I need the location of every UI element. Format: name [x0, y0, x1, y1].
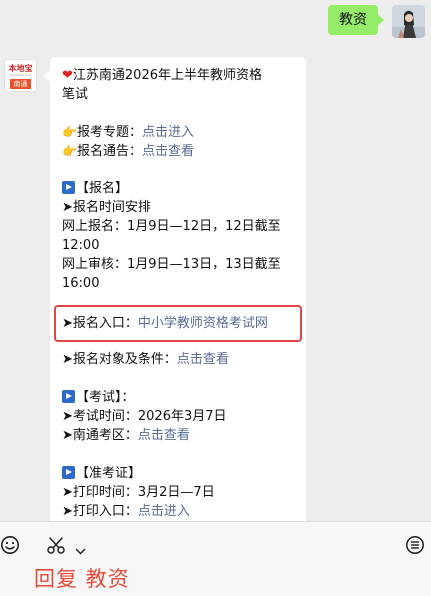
menu-list-icon[interactable] [405, 535, 425, 559]
register-time-heading: ➤报名时间安排 [62, 200, 151, 215]
topic-row: 👉报考专题：点击进入 [62, 125, 194, 140]
register-entry-row: ➤报名入口：中小学教师资格考试网 [62, 316, 268, 331]
outgoing-message-bubble[interactable]: 教资 [328, 5, 378, 35]
scissors-icon[interactable] [46, 537, 68, 559]
register-entry-link[interactable]: 中小学教师资格考试网 [138, 316, 268, 331]
user-avatar[interactable] [392, 5, 425, 38]
reply-instruction-text: 回复 教资 [34, 567, 130, 591]
notice-link[interactable]: 点击查看 [142, 144, 194, 159]
logo-domain-text: bendibao.com [9, 73, 32, 77]
outgoing-bubble-tail [377, 14, 384, 26]
topic-link[interactable]: 点击进入 [142, 125, 194, 140]
section-exam: 【考试】： [62, 388, 135, 407]
online-register-cont: 12:00 [62, 238, 100, 253]
eligibility-link[interactable]: 点击查看 [177, 352, 229, 367]
exam-time-line: ➤考试时间：2026年3月7日 [62, 409, 227, 424]
bendibao-logo-avatar[interactable]: 本地宝 bendibao.com 南通 [4, 59, 37, 92]
print-entry-row: ➤打印入口：点击进入 [62, 504, 190, 519]
user-avatar-image [392, 5, 425, 38]
print-entry-link[interactable]: 点击进入 [138, 504, 190, 519]
section-admission: 【准考证】 [62, 464, 141, 483]
online-review-cont: 16:00 [62, 276, 100, 291]
print-time-line: ➤打印时间：3月2日—7日 [62, 485, 215, 500]
emoji-icon[interactable] [0, 535, 20, 559]
incoming-bubble-tail [43, 70, 50, 82]
section-register: 【报名】 [62, 179, 128, 198]
heart-icon: ❤ [62, 68, 73, 83]
chevron-down-icon[interactable] [75, 541, 86, 560]
article-title-cont: 笔试 [62, 87, 89, 102]
play-icon [62, 466, 75, 479]
logo-city-badge: 南通 [10, 79, 31, 89]
exam-area-link[interactable]: 点击查看 [138, 428, 190, 443]
online-review-line: 网上审核：1月9日—13日，13日截至 [62, 257, 281, 272]
play-icon [62, 390, 75, 403]
exam-area-row: ➤南通考区：点击查看 [62, 428, 190, 443]
eligibility-row: ➤报名对象及条件：点击查看 [62, 352, 229, 367]
pointing-hand-icon: 👉 [62, 144, 77, 158]
notice-row: 👉报名通告：点击查看 [62, 144, 194, 159]
article-title: ❤江苏南通2026年上半年教师资格 [62, 68, 262, 83]
online-register-line: 网上报名：1月9日—12日，12日截至 [62, 219, 281, 234]
pointing-hand-icon: 👉 [62, 125, 77, 139]
play-icon [62, 181, 75, 194]
